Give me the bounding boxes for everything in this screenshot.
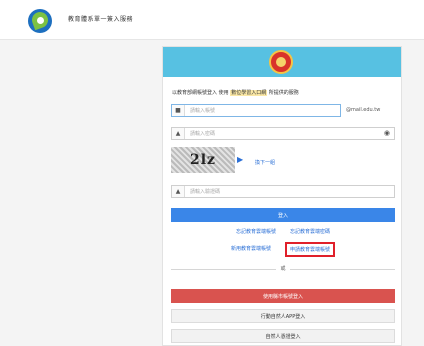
forgot-account-link[interactable]: 忘記教育雲端帳號 bbox=[236, 228, 276, 235]
captcha-image: 2lz bbox=[171, 147, 235, 173]
user-icon: ■ bbox=[172, 105, 185, 116]
or-label: 或 bbox=[276, 265, 290, 272]
forgot-password-link[interactable]: 忘記教育雲端密碼 bbox=[290, 228, 330, 235]
lock-icon: ▲ bbox=[172, 186, 185, 197]
forgot-links: 忘記教育雲端帳號 忘記教育雲端密碼 bbox=[171, 228, 395, 235]
intro-text-end: 所提供的服務 bbox=[268, 90, 299, 96]
card-header bbox=[163, 47, 401, 77]
captcha-placeholder: 請輸入驗證碼 bbox=[190, 189, 221, 195]
county-login-button[interactable]: 使用縣市帳號登入 bbox=[171, 289, 395, 303]
certificate-login-button[interactable]: 自然人憑證登入 bbox=[171, 329, 395, 343]
lock-icon: ▲ bbox=[172, 128, 185, 139]
captcha-field[interactable]: ▲ 請輸入驗證碼 bbox=[171, 185, 395, 198]
refresh-captcha-link[interactable]: 換下一組 bbox=[255, 159, 275, 166]
account-field[interactable]: ■ 請輸入帳號 bbox=[171, 104, 341, 117]
register-account-link[interactable]: 新用教育雲端帳號 bbox=[231, 245, 271, 257]
password-placeholder: 請輸入密碼 bbox=[190, 131, 216, 137]
eye-icon[interactable]: ◉ bbox=[384, 129, 390, 137]
intro-text: 以教育部網帳號登入 使用 bbox=[172, 90, 229, 96]
login-button[interactable]: 登入 bbox=[171, 208, 395, 222]
account-placeholder: 請輸入帳號 bbox=[190, 108, 216, 114]
portal-link[interactable]: 數位學習入口網 bbox=[230, 90, 268, 96]
emblem-icon bbox=[269, 50, 293, 74]
app-login-button[interactable]: 行動自然人APP登入 bbox=[171, 309, 395, 323]
login-card: 以教育部網帳號登入 使用 數位學習入口網 所提供的服務 ■ 請輸入帳號 @mai… bbox=[162, 46, 402, 346]
speaker-icon[interactable]: ▶ bbox=[237, 155, 243, 164]
apply-account-link[interactable]: 申請教育雲端帳號 bbox=[285, 242, 336, 257]
email-domain-suffix: @mail.edu.tw bbox=[346, 107, 381, 113]
password-field[interactable]: ▲ 請輸入密碼 ◉ bbox=[171, 127, 395, 140]
or-divider: 或 bbox=[171, 265, 395, 273]
site-title: 教育體系單一簽入服務 bbox=[68, 16, 134, 23]
account-links: 新用教育雲端帳號 申請教育雲端帳號 bbox=[171, 242, 395, 257]
moe-logo-icon[interactable] bbox=[28, 9, 52, 33]
login-intro: 以教育部網帳號登入 使用 數位學習入口網 所提供的服務 bbox=[172, 89, 299, 96]
top-bar: 教育體系單一簽入服務 bbox=[0, 0, 424, 40]
